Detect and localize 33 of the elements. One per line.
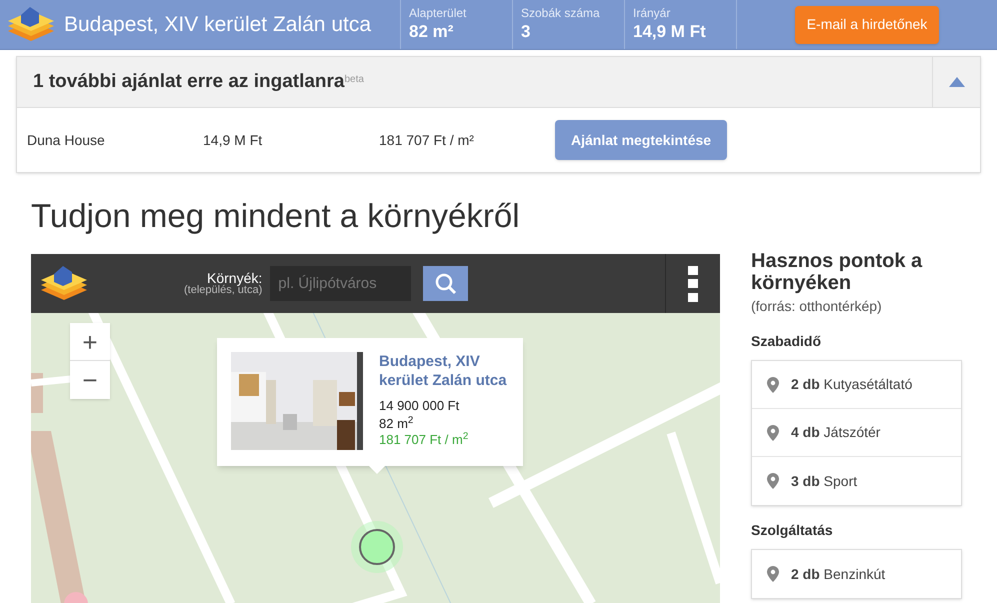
map-pin-icon xyxy=(767,376,779,392)
map-pin-icon xyxy=(767,473,779,489)
point-count: 2 db Kutyasétáltató xyxy=(791,375,912,394)
map-pin-icon xyxy=(767,424,779,440)
search-label: Környék: xyxy=(207,271,262,285)
offer-price: 14,9 M Ft xyxy=(203,130,264,150)
group-heading: Szabadidő xyxy=(751,332,822,351)
view-offer-button[interactable]: Ajánlat megtekintése xyxy=(555,120,728,160)
group-heading: Szolgáltatás xyxy=(751,521,834,540)
page-title: Budapest, XIV kerület Zalán utca xyxy=(64,12,372,38)
stat-label: Irányár xyxy=(633,6,672,21)
point-count: 2 db Benzinkút xyxy=(791,564,886,584)
section-title: Tudjon meg mindent a környékről xyxy=(31,199,521,232)
map-pin-icon xyxy=(767,566,779,582)
email-button[interactable]: E-mail a hirdetőnek xyxy=(794,6,940,44)
beta-label: beta xyxy=(344,74,364,85)
stat-value: 14,9 M Ft xyxy=(633,21,707,42)
stat-label: Alapterület xyxy=(409,6,468,21)
point-count: 3 db Sport xyxy=(791,472,858,491)
menu-icon xyxy=(688,266,698,302)
offer-unit-price: 181 707 Ft / m² xyxy=(379,130,475,150)
sidebar-title: Hasznos pontok a környéken xyxy=(751,250,924,294)
point-count: 4 db Játszótér xyxy=(791,423,880,442)
search-icon xyxy=(434,272,457,294)
stat-label: Szobák száma xyxy=(521,6,601,21)
agency-name: Duna House xyxy=(26,130,106,150)
stat-value: 82 m² xyxy=(409,21,454,42)
search-hint: (település, utca) xyxy=(184,285,262,296)
search-button[interactable] xyxy=(423,266,468,301)
sidebar-source: (forrás: otthontérkép) xyxy=(751,297,883,316)
offers-title: 1 további ajánlat erre az ingatlanra xyxy=(33,70,344,92)
stat-value: 3 xyxy=(521,21,532,42)
search-field[interactable]: pl. Újlipótváros xyxy=(270,266,412,301)
